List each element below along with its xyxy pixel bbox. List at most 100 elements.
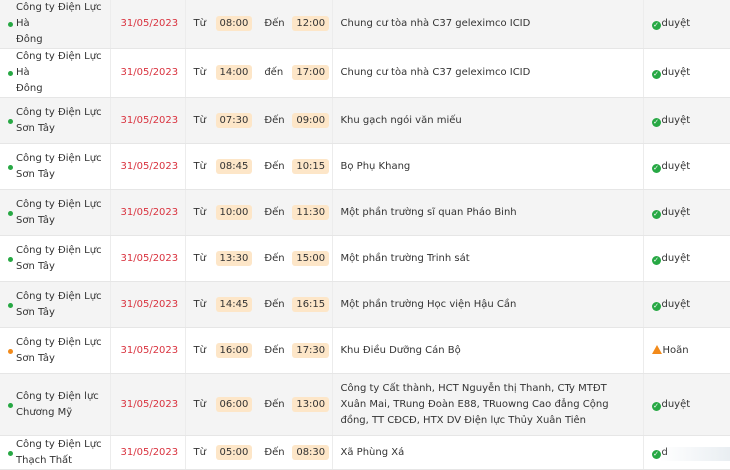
time-cell: Từ14:45Đến16:15 [185, 282, 332, 328]
unit-name-line1: Công ty Điện Lực [16, 107, 102, 118]
start-time-badge: 10:00 [216, 205, 253, 220]
table-row[interactable]: Công ty Điện LựcSơn Tây31/05/2023Từ16:00… [0, 328, 730, 374]
table-row[interactable]: Công ty Điện Lực HàĐông31/05/2023Từ08:00… [0, 0, 730, 49]
status-dot [8, 257, 13, 262]
from-label: Từ [194, 297, 216, 313]
unit-name-line1: Công ty Điện Lực [16, 245, 102, 256]
status-dot [8, 165, 13, 170]
unit-name-line1: Công ty Điện Lực [16, 291, 102, 302]
end-time-badge: 17:30 [292, 343, 329, 358]
status-cell: Hoãn [643, 328, 730, 374]
status-dot [8, 22, 13, 27]
check-circle-icon: ✓ [652, 256, 661, 265]
unit-name-line2: Thạch Thất [16, 455, 72, 466]
unit-cell: Công ty Điện LựcSơn Tây [0, 282, 110, 328]
unit-cell: Công ty Điện Lực Hà Đông [0, 0, 110, 49]
unit-name-line2: Đông [16, 83, 43, 94]
status-cell: ✓duyệt [643, 190, 730, 236]
table-row[interactable]: Công ty Điện LựcSơn Tây31/05/2023Từ13:30… [0, 236, 730, 282]
unit-name-line1: Công ty Điện Lực Hà [16, 2, 102, 29]
start-time-badge: 14:45 [216, 297, 253, 312]
time-cell: Từ08:45Đến10:15 [185, 144, 332, 190]
status-badge: duyệt [662, 18, 691, 29]
status-badge: duyệt [662, 399, 691, 410]
status-cell: ✓duyệt [643, 144, 730, 190]
from-label: Từ [194, 251, 216, 267]
to-label: Đến [252, 445, 292, 461]
location-cell: Chung cư tòa nhà C37 geleximco ICID [332, 49, 643, 98]
unit-name-line2: Sơn Tây [16, 123, 55, 134]
end-time-badge: 09:00 [292, 113, 329, 128]
from-label: Từ [194, 397, 216, 413]
table-row[interactable]: Công ty Điện Lực HàĐông31/05/2023Từ14:00… [0, 49, 730, 98]
location-cell: Công ty Cất thành, HCT Nguyễn thị Thanh,… [332, 374, 643, 436]
from-label: Từ [194, 343, 216, 359]
status-dot [8, 303, 13, 308]
time-cell: Từ05:00Đến08:30 [185, 436, 332, 470]
unit-cell: Công ty Điện lựcChương Mỹ [0, 374, 110, 436]
status-dot [8, 119, 13, 124]
unit-name-line2: Đông [16, 34, 43, 45]
unit-name-line1: Công ty Điện Lực [16, 199, 102, 210]
unit-cell: Công ty Điện LựcSơn Tây [0, 328, 110, 374]
status-dot [8, 451, 13, 456]
date-cell: 31/05/2023 [110, 436, 185, 470]
unit-name-line1: Công ty Điện Lực [16, 153, 102, 164]
end-time-badge: 15:00 [292, 251, 329, 266]
check-circle-icon: ✓ [652, 21, 661, 30]
status-badge: duyệt [662, 299, 691, 310]
date-cell: 31/05/2023 [110, 190, 185, 236]
location-cell: Một phần trường Trinh sát [332, 236, 643, 282]
to-label: Đến [252, 397, 292, 413]
unit-cell: Công ty Điện Lực Hà Đông [0, 49, 110, 98]
status-cell: ✓duyệt [643, 282, 730, 328]
unit-cell: Công ty Điện Lực Sơn Tây [0, 190, 110, 236]
unit-name-line1: Công ty Điện Lực [16, 337, 102, 348]
check-circle-icon: ✓ [652, 164, 661, 173]
table-row[interactable]: Công ty Điện LựcSơn Tây31/05/2023Từ14:45… [0, 282, 730, 328]
to-label: Đến [252, 159, 292, 175]
table-row[interactable]: Công ty Điện LựcSơn Tây31/05/2023Từ07:30… [0, 98, 730, 144]
date-cell: 31/05/2023 [110, 98, 185, 144]
table-row[interactable]: Công ty Điện Lực Sơn Tây 31/05/2023Từ10:00… [0, 190, 730, 236]
unit-name-line1: Công ty Điện Lực Hà [16, 51, 102, 78]
unit-name-line2: Sơn Tây [16, 215, 55, 226]
unit-cell: Công ty Điện Lực Sơn Tây [0, 144, 110, 190]
start-time-badge: 05:00 [216, 445, 253, 460]
time-cell: Từ13:30Đến15:00 [185, 236, 332, 282]
status-badge: duyệt [662, 115, 691, 126]
unit-name-line2: Chương Mỹ [16, 407, 72, 418]
date-cell: 31/05/2023 [110, 144, 185, 190]
location-cell: Bọ Phụ Khang [332, 144, 643, 190]
table-row[interactable]: Công ty Điện LựcThạch Thất31/05/2023Từ05… [0, 436, 730, 470]
status-dot [8, 403, 13, 408]
time-cell: Từ08:00Đến12:00 [185, 0, 332, 49]
check-circle-icon: ✓ [652, 70, 661, 79]
time-cell: Từ10:00Đến11:30 [185, 190, 332, 236]
start-time-badge: 08:00 [216, 16, 253, 31]
to-label: đến [252, 65, 292, 81]
location-cell: Xã Phùng Xá [332, 436, 643, 470]
status-cell: ✓duyệt [643, 0, 730, 49]
from-label: Từ [194, 445, 216, 461]
table-row[interactable]: Công ty Điện Lực Sơn Tây 31/05/2023Từ08:45… [0, 144, 730, 190]
status-cell: ✓duyệt [643, 374, 730, 436]
status-cell: ✓duyệt [643, 98, 730, 144]
end-time-badge: 11:30 [292, 205, 329, 220]
unit-name-line2: Sơn Tây [16, 169, 55, 180]
check-circle-icon: ✓ [652, 402, 661, 411]
date-cell: 31/05/2023 [110, 374, 185, 436]
to-label: Đến [252, 16, 292, 32]
unit-cell: Công ty Điện LựcSơn Tây [0, 236, 110, 282]
start-time-badge: 13:30 [216, 251, 253, 266]
status-badge: duyệt [662, 207, 691, 218]
scroll-fade-overlay [660, 447, 730, 461]
status-badge: duyệt [662, 253, 691, 264]
time-cell: Từ16:00Đến17:30 [185, 328, 332, 374]
location-cell: Một phần trường sĩ quan Pháo Binh [332, 190, 643, 236]
date-cell: 31/05/2023 [110, 236, 185, 282]
table-body: Công ty Điện Lực HàĐông31/05/2023Từ08:00… [0, 0, 730, 470]
status-cell: ✓duyệt [643, 49, 730, 98]
date-cell: 31/05/2023 [110, 282, 185, 328]
table-row[interactable]: Công ty Điện lựcChương Mỹ31/05/2023Từ06:… [0, 374, 730, 436]
